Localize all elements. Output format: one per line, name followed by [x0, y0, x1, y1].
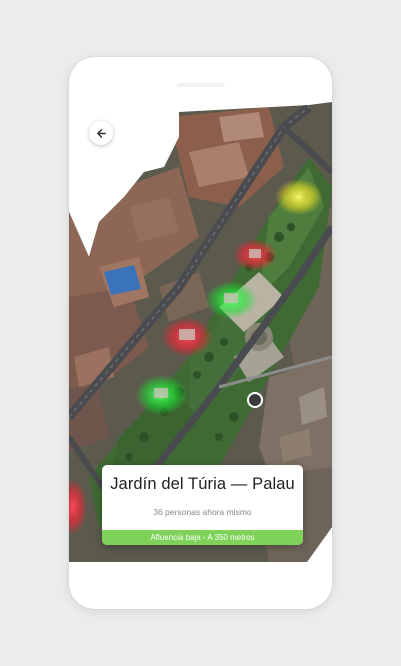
location-card[interactable]: Jardín del Túria — Palau 36 personas aho…	[102, 465, 303, 545]
location-marker-icon[interactable]	[247, 392, 263, 408]
arrow-left-icon	[96, 128, 107, 139]
phone-frame: Jardín del Túria — Palau 36 personas aho…	[69, 57, 332, 609]
back-button[interactable]	[89, 121, 113, 145]
place-name: Jardín del Túria — Palau	[110, 475, 295, 493]
status-badge: Afluencia baja - A 350 metros	[102, 530, 303, 545]
heat-spot-yellow[interactable]	[275, 179, 323, 215]
people-count: 36 personas ahora mismo	[153, 507, 252, 517]
